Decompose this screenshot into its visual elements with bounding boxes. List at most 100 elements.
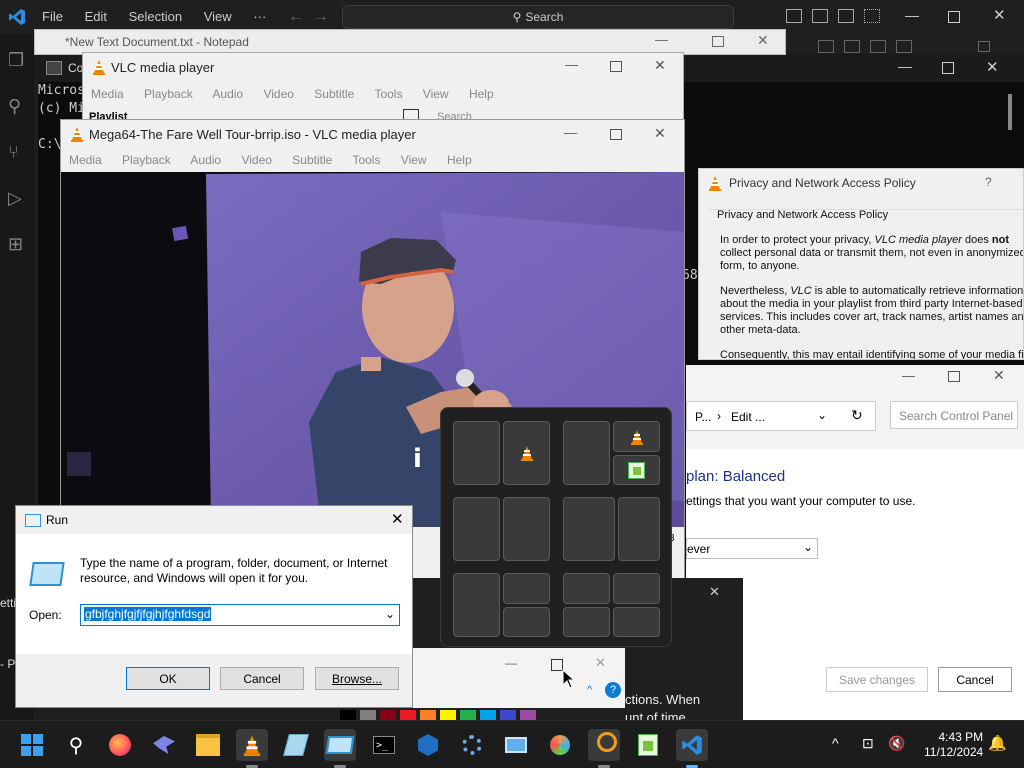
snap-zone[interactable] <box>453 497 500 561</box>
color-swatch[interactable] <box>340 710 356 720</box>
chevron-up-icon[interactable]: ^ <box>587 684 592 696</box>
close-icon[interactable]: ✕ <box>654 125 666 142</box>
firefox-icon[interactable] <box>104 729 136 761</box>
snap-zone[interactable] <box>503 421 550 485</box>
menu-help[interactable]: Help <box>447 153 472 167</box>
color-swatch[interactable] <box>380 710 396 720</box>
source-control-icon[interactable]: ⑂ <box>8 142 28 162</box>
close-icon[interactable]: ✕ <box>391 510 404 528</box>
network-icon[interactable]: ⊡ <box>862 735 874 752</box>
chevron-down-icon[interactable]: ⌄ <box>385 607 395 621</box>
snap-zone[interactable] <box>503 497 550 561</box>
snap-zone[interactable] <box>613 607 660 637</box>
menu-view[interactable]: View <box>423 87 449 101</box>
notepad-plus-icon[interactable] <box>632 729 664 761</box>
maximize-icon[interactable] <box>948 11 960 23</box>
open-combobox[interactable]: gfbjfghjfgjfjfgjhjfghfdsgd ⌄ <box>80 604 400 626</box>
toggle-sidebar-icon[interactable] <box>786 9 802 23</box>
chevron-down-icon[interactable]: ⌄ <box>817 408 827 422</box>
chevron-up-icon[interactable]: ^ <box>832 735 839 751</box>
menu-selection[interactable]: Selection <box>129 9 182 24</box>
menu-view[interactable]: View <box>204 9 232 24</box>
menu-edit[interactable]: Edit <box>85 9 107 24</box>
color-swatch[interactable] <box>420 710 436 720</box>
save-changes-button[interactable]: Save changes <box>826 667 928 692</box>
close-icon[interactable]: ✕ <box>993 367 1005 384</box>
maximize-icon[interactable] <box>942 62 954 74</box>
paint-icon[interactable] <box>544 729 576 761</box>
search-icon[interactable]: ⚲ <box>60 729 92 761</box>
toggle-panel-icon[interactable] <box>812 9 828 23</box>
vscode-icon[interactable] <box>676 729 708 761</box>
color-swatch[interactable] <box>440 710 456 720</box>
layout-icon[interactable] <box>818 40 834 53</box>
snap-zone[interactable] <box>563 573 610 604</box>
ok-button[interactable]: OK <box>126 667 210 690</box>
settings-icon[interactable] <box>456 729 488 761</box>
menu-help[interactable]: Help <box>469 87 494 101</box>
search-input[interactable]: Search Control Panel <box>890 401 1018 429</box>
menu-view[interactable]: View <box>401 153 427 167</box>
breadcrumb-item[interactable]: P... <box>695 410 711 424</box>
snap-zone[interactable] <box>503 607 550 637</box>
remote-desktop-icon[interactable] <box>500 729 532 761</box>
color-swatch[interactable] <box>360 710 376 720</box>
minimize-icon[interactable]: — <box>902 368 915 383</box>
vlc-icon[interactable] <box>236 729 268 761</box>
close-icon[interactable]: ✕ <box>757 32 769 49</box>
customize-layout-icon[interactable] <box>864 9 880 23</box>
cancel-button[interactable]: Cancel <box>938 667 1012 692</box>
maximize-icon[interactable] <box>978 41 990 52</box>
terminal-icon[interactable]: >_ <box>368 729 400 761</box>
layout-icon[interactable] <box>870 40 886 53</box>
minimize-icon[interactable]: — <box>564 125 577 140</box>
color-swatch[interactable] <box>500 710 516 720</box>
browse-button[interactable]: Browse... <box>315 667 399 690</box>
snap-zone[interactable] <box>613 455 660 485</box>
menu-media[interactable]: Media <box>69 153 102 167</box>
close-icon[interactable]: ✕ <box>986 58 999 76</box>
close-icon[interactable]: ✕ <box>993 6 1006 24</box>
back-arrow-icon[interactable]: ← <box>288 8 304 26</box>
menu-subtitle[interactable]: Subtitle <box>292 153 332 167</box>
menu-tools[interactable]: Tools <box>374 87 402 101</box>
bird-app-icon[interactable] <box>148 729 180 761</box>
extensions-icon[interactable]: ⊞ <box>8 234 28 254</box>
snap-zone[interactable] <box>613 573 660 604</box>
toggle-secondary-sidebar-icon[interactable] <box>838 9 854 23</box>
volume-muted-icon[interactable]: 🔇 <box>888 735 905 752</box>
snap-zone[interactable] <box>618 497 660 561</box>
run-debug-icon[interactable]: ▷ <box>8 188 28 208</box>
minimize-icon[interactable]: — <box>655 32 668 47</box>
menu-video[interactable]: Video <box>263 87 293 101</box>
color-swatch[interactable] <box>400 710 416 720</box>
explorer-icon[interactable]: ❐ <box>8 50 28 70</box>
menu-playback[interactable]: Playback <box>122 153 171 167</box>
maximize-icon[interactable] <box>610 129 622 140</box>
cancel-button[interactable]: Cancel <box>220 667 304 690</box>
breadcrumb-item[interactable]: Edit ... <box>731 410 765 424</box>
notepad-icon[interactable] <box>280 729 312 761</box>
menu-subtitle[interactable]: Subtitle <box>314 87 354 101</box>
windows-icon[interactable] <box>16 729 48 761</box>
color-swatch[interactable] <box>520 710 536 720</box>
snap-zone[interactable] <box>453 573 500 637</box>
run-icon[interactable] <box>324 729 356 761</box>
help-icon[interactable]: ? <box>605 682 621 698</box>
maximize-icon[interactable] <box>948 371 960 382</box>
open-input-value[interactable]: gfbjfghjfgjfjfgjhjfghfdsgd <box>84 607 212 621</box>
minimize-icon[interactable]: — <box>565 57 578 72</box>
close-icon[interactable]: ✕ <box>595 655 606 671</box>
menu-audio[interactable]: Audio <box>190 153 221 167</box>
minimize-icon[interactable]: — <box>905 7 919 23</box>
snap-zone[interactable] <box>563 607 610 637</box>
minimize-icon[interactable]: — <box>505 656 517 670</box>
network-app-icon[interactable] <box>412 729 444 761</box>
color-swatch[interactable] <box>480 710 496 720</box>
menu-file[interactable]: File <box>42 9 63 24</box>
color-swatch[interactable] <box>460 710 476 720</box>
menu-more[interactable]: ··· <box>253 9 266 24</box>
menu-tools[interactable]: Tools <box>352 153 380 167</box>
layout-icon[interactable] <box>896 40 912 53</box>
snap-zone[interactable] <box>563 421 610 485</box>
